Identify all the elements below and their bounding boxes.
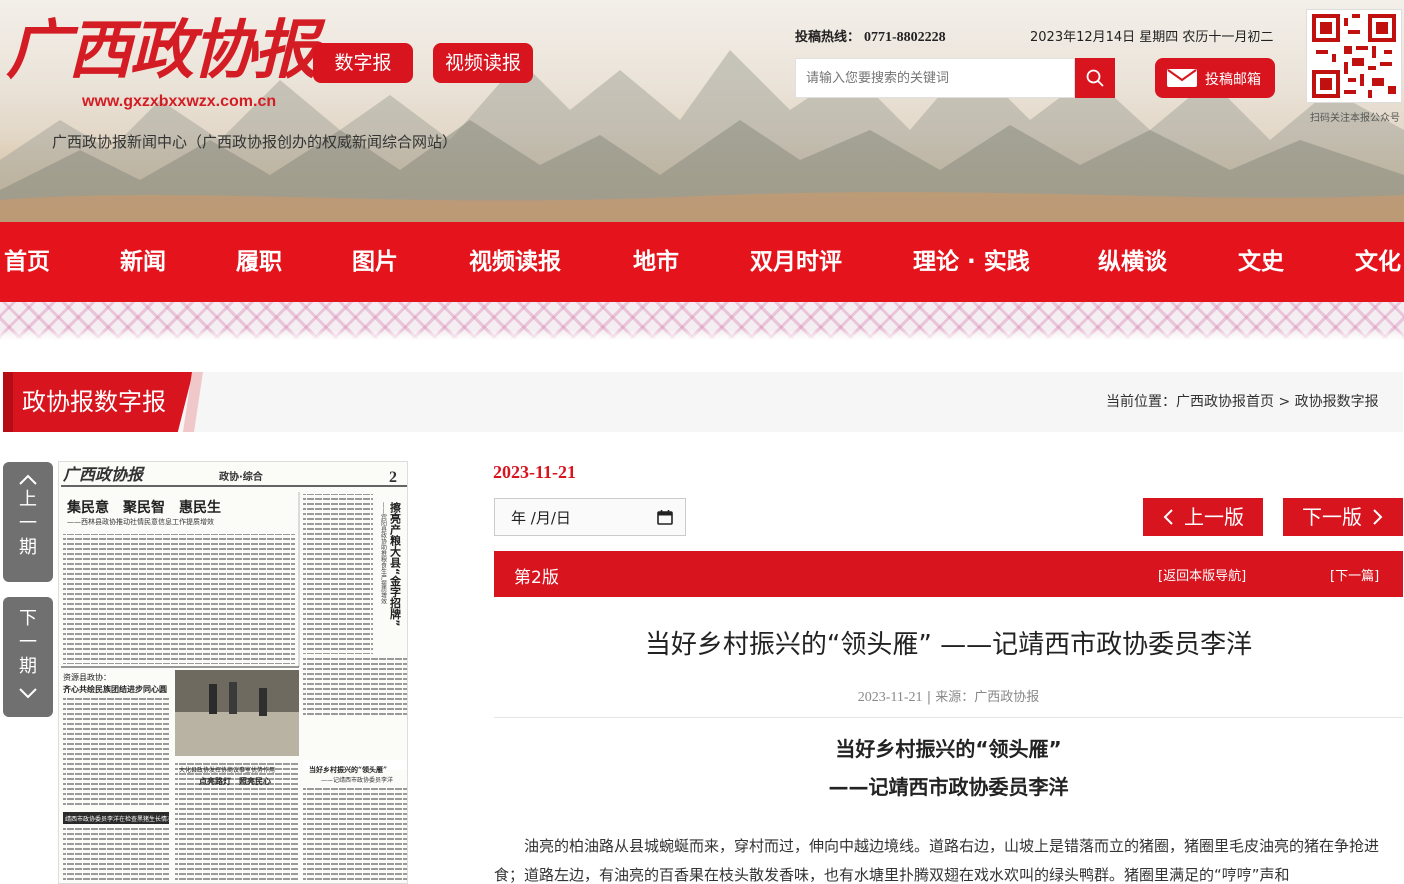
next-article-link[interactable]: [下一篇] <box>1330 565 1379 584</box>
previous-issue-char-2: 期 <box>19 537 37 558</box>
nav-history[interactable]: 文史 <box>1238 222 1284 302</box>
meta-separator: | <box>922 690 936 705</box>
main-nav: 首页 新闻 履职 图片 视频读报 地市 双月时评 理论 · 实践 纵横谈 文史 … <box>0 222 1404 302</box>
previous-issue-dash: 一 <box>19 513 37 534</box>
section-tab-accent <box>3 372 13 432</box>
issue-date: 2023-11-21 <box>493 462 576 482</box>
previous-issue-char-1: 上 <box>19 489 37 510</box>
next-issue-dash: 一 <box>19 632 37 653</box>
chevron-left-icon <box>1163 509 1173 525</box>
date-picker-field[interactable]: 年 /月/日 <box>494 498 686 536</box>
hotline-number: 0771-8802228 <box>864 30 946 45</box>
thumb-headline-3-sub: 点亮路灯 照亮民心 <box>199 776 271 786</box>
search-icon <box>1086 69 1104 87</box>
date-picker-value: 年 /月/日 <box>511 509 571 527</box>
chevron-down-icon <box>19 688 37 699</box>
thumb-headline-4: 当好乡村振兴的“领头雁” <box>309 765 387 774</box>
section-title: 政协报数字报 <box>22 388 166 416</box>
newspaper-page-image: 广西政协报 政协·综合 2 集民意 聚民智 惠民生 ——西林县政协推动社情民意信… <box>61 465 407 883</box>
thumb-page-number: 2 <box>389 469 397 486</box>
next-edition-button[interactable]: 下一版 <box>1283 498 1403 536</box>
breadcrumb-current[interactable]: 政协报数字报 <box>1295 394 1379 410</box>
back-to-edition-nav-link[interactable]: [返回本版导航] <box>1158 565 1246 584</box>
previous-edition-label: 上一版 <box>1184 505 1244 529</box>
chevron-up-icon <box>19 474 37 485</box>
breadcrumb-separator: > <box>1274 394 1295 410</box>
hotline-label: 投稿热线： <box>795 30 861 45</box>
nav-news[interactable]: 新闻 <box>120 222 166 302</box>
mail-icon <box>1167 69 1197 87</box>
search-box <box>795 58 1075 98</box>
nav-theory-practice[interactable]: 理论 · 实践 <box>913 222 1030 302</box>
previous-edition-button[interactable]: 上一版 <box>1143 498 1263 536</box>
site-url: www.gxzxbxxwzx.com.cn <box>82 93 277 110</box>
thumb-headline-2: 资源县政协： <box>63 672 111 682</box>
video-reading-button[interactable]: 视频读报 <box>433 43 533 83</box>
thumb-page-section: 政协·综合 <box>219 470 264 483</box>
mail-button-label: 投稿邮箱 <box>1205 72 1261 88</box>
thumb-headline-2-sub: 齐心共绘民族团结进步同心圆 <box>62 684 167 694</box>
next-issue-char-2: 期 <box>19 656 37 677</box>
decorative-pattern-strip <box>0 302 1404 340</box>
thumb-vertical-sub: ——宾阳县政协助推粮食生产提质增效 <box>380 502 387 605</box>
next-issue-button[interactable]: 下 一 期 <box>3 597 53 717</box>
nav-pictures[interactable]: 图片 <box>352 222 398 302</box>
thumb-masthead: 广西政协报 <box>62 465 145 484</box>
next-issue-char-1: 下 <box>19 608 37 629</box>
edition-label: 第2版 <box>514 568 559 588</box>
thumb-headline-3: 大化县政协发挥协商议事室优势作用 <box>179 766 275 774</box>
current-date: 2023年12月14日 星期四 农历十一月初二 <box>1030 30 1274 45</box>
digital-paper-button[interactable]: 数字报 <box>313 43 413 83</box>
previous-issue-button[interactable]: 上 一 期 <box>3 462 53 582</box>
next-edition-label: 下一版 <box>1302 505 1362 529</box>
breadcrumb-home-link[interactable]: 广西政协报首页 <box>1176 394 1274 410</box>
calendar-icon[interactable] <box>657 509 673 525</box>
nav-culture[interactable]: 文化 <box>1355 222 1401 302</box>
qr-code <box>1306 9 1402 103</box>
nav-duties[interactable]: 履职 <box>236 222 282 302</box>
thumb-headline-4-sub: ——记靖西市政协委员李洋 <box>321 776 393 784</box>
divider <box>494 717 1403 718</box>
article-title: 当好乡村振兴的“领头雁” ——记靖西市政协委员李洋 <box>644 630 1253 660</box>
newspaper-page-thumbnail[interactable]: 广西政协报 政协·综合 2 集民意 聚民智 惠民生 ——西林县政协推动社情民意信… <box>58 461 408 884</box>
thumb-vertical-headline: 擦亮产粮大县“金字招牌” <box>389 501 403 627</box>
thumb-box-caption: 靖西市政协委员李洋在检查黑猪生长情况 <box>65 815 173 823</box>
nav-cities[interactable]: 地市 <box>633 222 679 302</box>
article-subtitle-main: 当好乡村振兴的“领头雁” <box>835 737 1062 761</box>
nav-discussions[interactable]: 纵横谈 <box>1098 222 1167 302</box>
site-logo[interactable]: 广西政协报 <box>6 6 318 96</box>
search-button[interactable] <box>1075 58 1115 98</box>
article-paragraph: 油亮的柏油路从县城蜿蜒而来，穿村而过，伸向中越边境线。道路右边，山坡上是错落而立… <box>494 837 1380 884</box>
nav-bimonthly-review[interactable]: 双月时评 <box>750 222 842 302</box>
breadcrumb-prefix: 当前位置： <box>1106 394 1176 410</box>
qr-code-image <box>1312 14 1396 98</box>
nav-home[interactable]: 首页 <box>4 222 50 302</box>
thumb-headline-1: 集民意 聚民智 惠民生 <box>66 499 221 516</box>
hotline: 投稿热线： 0771-8802228 <box>795 26 946 46</box>
search-input[interactable] <box>796 59 1074 97</box>
chevron-right-icon <box>1373 509 1383 525</box>
article-source: 来源：广西政协报 <box>935 690 1040 705</box>
edition-bar: 第2版 [返回本版导航] [下一篇] <box>494 551 1403 597</box>
breadcrumb: 当前位置：广西政协报首页 > 政协报数字报 <box>1106 391 1379 411</box>
qr-caption: 扫码关注本报公众号 <box>1310 113 1400 124</box>
article-subtitle-sub: ——记靖西市政协委员李洋 <box>828 775 1069 799</box>
article-meta: 2023-11-21 | 来源：广西政协报 <box>494 686 1403 706</box>
submit-mail-button[interactable]: 投稿邮箱 <box>1155 58 1275 98</box>
site-description: 广西政协报新闻中心（广西政协报创办的权威新闻综合网站） <box>52 133 458 151</box>
article-date: 2023-11-21 <box>857 690 923 705</box>
nav-video-reading[interactable]: 视频读报 <box>469 222 561 302</box>
thumb-headline-1-sub: ——西林县政协推动社情民意信息工作提质增效 <box>67 517 214 526</box>
